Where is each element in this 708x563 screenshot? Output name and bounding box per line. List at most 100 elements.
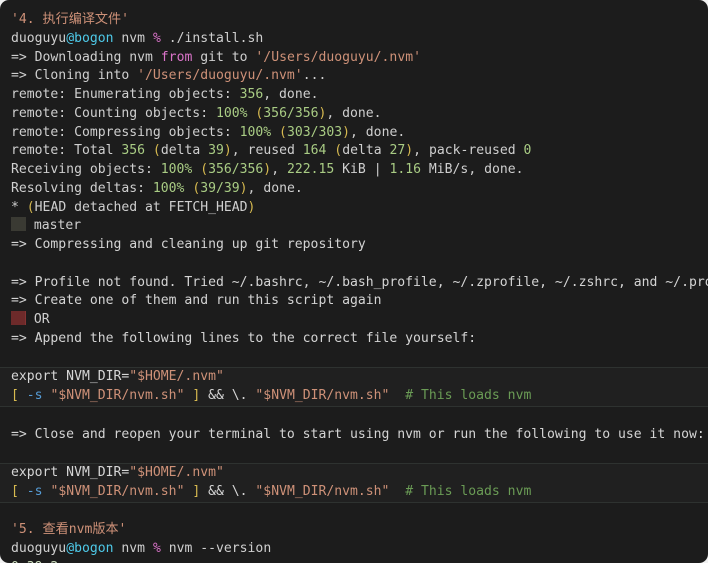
snippet-2-export-keyword: export NVM_DIR=: [11, 465, 130, 480]
terminal-window[interactable]: '4. 执行编译文件' duoguyu@bogon nvm % ./instal…: [0, 0, 708, 563]
enumerating-label: remote: Enumerating objects:: [11, 87, 240, 102]
branch-master-label: master: [33, 218, 82, 234]
output-head-detached: * (HEAD detached at FETCH_HEAD): [0, 199, 708, 218]
total-label: remote: Total: [11, 143, 122, 159]
section-4-heading: '4. 执行编译文件': [0, 11, 708, 30]
counting-open-paren: (: [247, 105, 264, 121]
prompt-host-2: @bogon: [66, 541, 114, 556]
prompt-user-2: duoguyu: [11, 541, 67, 556]
snippet-1-source-line: [ -s "$NVM_DIR/nvm.sh" ] && \. "$NVM_DIR…: [0, 387, 708, 406]
snippet-1-path2: "$NVM_DIR/nvm.sh": [255, 388, 390, 403]
prompt-space-2: [145, 31, 153, 46]
snippet-2-bracket-close: ]: [184, 483, 201, 499]
total-reused-delta-close: ): [405, 143, 414, 159]
output-downloading: => Downloading nvm from git to '/Users/d…: [0, 49, 708, 68]
snippet-2-comment: # This loads nvm: [389, 483, 532, 499]
arrow-prefix-2: =>: [11, 68, 35, 84]
resolving-tail: , done.: [247, 180, 303, 196]
or-gap: [26, 312, 34, 327]
output-compressing-repo: => Compressing and cleaning up git repos…: [11, 237, 366, 252]
head-star: *: [11, 199, 27, 215]
receiving-speed: 1.16: [389, 162, 422, 177]
section-5-heading-text: '5. 查看nvm版本': [11, 522, 127, 538]
downloading-path: '/Users/duoguyu/.nvm': [255, 49, 421, 65]
total-value: 356: [121, 143, 146, 159]
resolving-close-paren: ): [239, 180, 248, 196]
receiving-pct: 100%: [160, 162, 193, 177]
compressing-pct: 100%: [239, 124, 272, 140]
snippet-1-flag: -s: [18, 388, 51, 403]
receiving-label: Receiving objects:: [11, 162, 161, 177]
section-5-heading: '5. 查看nvm版本': [0, 521, 708, 540]
head-close-paren: ): [247, 199, 256, 215]
terminal-output[interactable]: '4. 执行编译文件' duoguyu@bogon nvm % ./instal…: [0, 11, 708, 563]
output-version: 0.39.2: [0, 559, 708, 563]
output-create-one: => Create one of them and run this scrip…: [11, 293, 382, 309]
code-snippet-1[interactable]: export NVM_DIR="$HOME/.nvm" [ -s "$NVM_D…: [0, 367, 708, 407]
compressing-open-paren: (: [271, 124, 287, 140]
downloading-text2: git to: [192, 49, 256, 65]
receiving-ratio: 356/356: [208, 162, 264, 177]
or-highlight-block-icon: [11, 311, 26, 325]
section-4-heading-text: '4. 执行编译文件': [11, 12, 129, 27]
master-gap: [26, 218, 34, 233]
total-delta-value: 39: [208, 143, 224, 159]
total-reused-delta-value: 27: [389, 143, 406, 159]
snippet-2-operator: && \.: [200, 483, 256, 499]
output-profile-not-found: => Profile not found. Tried ~/.bashrc, ~…: [11, 274, 708, 290]
total-reused-delta-label: delta: [342, 143, 390, 159]
cloning-path: '/Users/duoguyu/.nvm': [137, 68, 303, 84]
prompt-dir: nvm: [121, 30, 146, 46]
snippet-1-operator: && \.: [200, 388, 256, 403]
compressing-ratio: 303/303: [286, 124, 343, 140]
counting-tail: , done.: [326, 105, 382, 121]
prompt-sigil-2: %: [152, 541, 161, 556]
resolving-label: Resolving deltas:: [11, 180, 153, 196]
receiving-tail: , done.: [468, 162, 524, 177]
compressing-label: remote: Compressing objects:: [11, 124, 240, 140]
arrow-prefix: =>: [11, 49, 35, 65]
output-remote-counting: remote: Counting objects: 100% (356/356)…: [0, 105, 708, 124]
resolving-ratio: 39/39: [200, 180, 240, 196]
code-snippet-2[interactable]: export NVM_DIR="$HOME/.nvm" [ -s "$NVM_D…: [0, 463, 708, 503]
counting-pct: 100%: [215, 105, 248, 121]
prompt-command-2: nvm --version: [168, 541, 272, 556]
snippet-2-path: "$NVM_DIR/nvm.sh": [50, 483, 185, 499]
snippet-1-export-line: export NVM_DIR="$HOME/.nvm": [0, 368, 708, 387]
receiving-size-sep: ,: [271, 162, 287, 177]
cursor-block-icon: [11, 217, 26, 232]
cloning-text: Cloning into: [34, 68, 138, 84]
snippet-1-export-keyword: export NVM_DIR=: [11, 369, 130, 385]
compressing-close-paren: ): [342, 124, 351, 140]
downloading-text: Downloading nvm: [34, 49, 161, 65]
snippet-1-export-value: "$HOME/.nvm": [129, 369, 224, 385]
cloning-ellipsis: ...: [302, 68, 327, 84]
snippet-2-source-line: [ -s "$NVM_DIR/nvm.sh" ] && \. "$NVM_DIR…: [0, 483, 708, 502]
total-reused-delta-open: (: [326, 143, 343, 159]
total-reused-label: , reused: [231, 143, 303, 159]
prompt-space-5: [145, 541, 153, 556]
output-or-line: OR: [0, 311, 708, 330]
prompt-line-version: duoguyu@bogon nvm % nvm --version: [0, 540, 708, 559]
snippet-1-bracket-open: [: [11, 388, 19, 403]
output-branch-master: master: [0, 217, 708, 236]
counting-ratio: 356/356: [263, 105, 319, 121]
prompt-command: ./install.sh: [168, 30, 264, 46]
prompt-line-install: duoguyu@bogon nvm % ./install.sh: [0, 30, 708, 49]
receiving-size-unit: KiB |: [334, 162, 390, 177]
output-remote-enumerating: remote: Enumerating objects: 356, done.: [0, 86, 708, 105]
output-append-lines: => Append the following lines to the cor…: [11, 330, 477, 346]
total-delta-close: ): [223, 143, 232, 159]
or-label: OR: [33, 312, 50, 327]
receiving-speed-unit: MiB/s: [421, 162, 469, 177]
head-detached-text: HEAD detached at FETCH_HEAD: [34, 199, 248, 215]
enumerating-count: 356: [239, 87, 264, 102]
counting-label: remote: Counting objects:: [11, 105, 216, 121]
prompt-space-3: [161, 31, 169, 46]
output-receiving: Receiving objects: 100% (356/356), 222.1…: [0, 161, 708, 180]
snippet-2-export-value: "$HOME/.nvm": [129, 465, 224, 480]
